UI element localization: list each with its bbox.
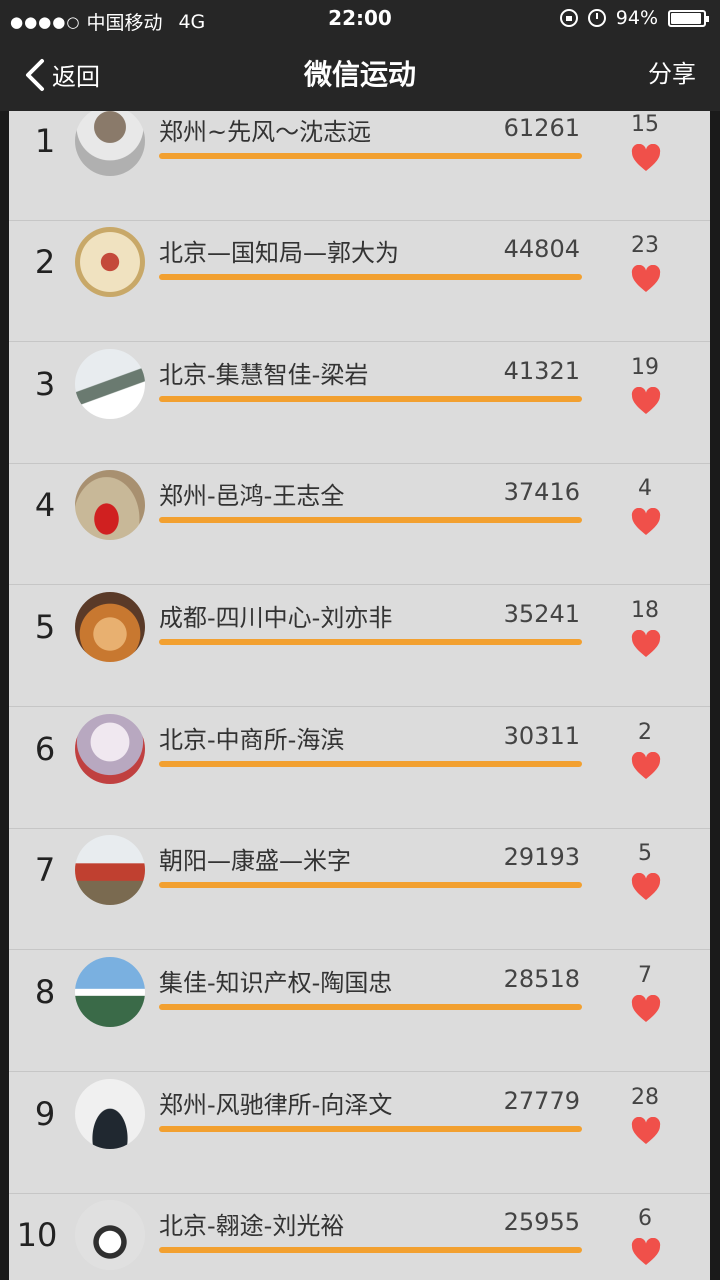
like-count: 19 [631,355,659,380]
rank-number: 7 [34,851,56,889]
list-item[interactable]: 10 北京-翱途-刘光裕 25955 6 [9,1194,710,1280]
step-progress-bar [159,761,582,767]
step-progress-bar [159,1126,582,1132]
rank-number: 5 [34,608,56,646]
avatar[interactable] [75,227,145,297]
heart-icon[interactable] [631,508,661,536]
avatar[interactable] [75,835,145,905]
step-count: 41321 [503,357,580,385]
heart-icon[interactable] [631,265,661,293]
rank-number: 9 [34,1095,56,1133]
list-item[interactable]: 4 郑州-邑鸿-王志全 37416 4 [9,464,710,585]
step-count: 25955 [503,1208,580,1236]
step-progress-bar [159,274,582,280]
user-name: 北京-中商所-海滨 [159,726,345,754]
alarm-icon [587,9,606,27]
battery-percent: 94% [615,7,658,29]
like-count: 7 [638,963,652,988]
step-count: 29193 [503,843,580,871]
user-name: 朝阳—康盛—米字 [159,847,351,875]
orientation-lock-icon [559,9,578,27]
like-count: 18 [631,598,659,623]
battery-fill [671,12,701,24]
user-name: 北京-集慧智佳-梁岩 [159,361,369,389]
list-item[interactable]: 6 北京-中商所-海滨 30311 2 [9,708,710,829]
list-item[interactable]: 3 北京-集慧智佳-梁岩 41321 19 [9,343,710,464]
user-name: 郑州-风驰律所-向泽文 [159,1091,393,1119]
step-progress-bar [159,1247,582,1253]
step-count: 61261 [503,114,580,142]
step-progress-bar [159,1004,582,1010]
avatar[interactable] [75,957,145,1027]
like-count: 28 [631,1085,659,1110]
list-item[interactable]: 7 朝阳—康盛—米字 29193 5 [9,829,710,950]
user-name: 北京—国知局—郭大为 [159,239,399,267]
like-count: 2 [638,720,652,745]
avatar[interactable] [75,349,145,419]
nav-bar: 返回 微信运动 分享 [0,38,720,111]
step-count: 28518 [503,965,580,993]
avatar[interactable] [75,111,145,176]
ranking-list: 1 郑州~先风～沈志远 61261 15 2 北京—国知局—郭大为 44804 … [9,111,710,1280]
avatar[interactable] [75,1079,145,1149]
list-item[interactable]: 2 北京—国知局—郭大为 44804 23 [9,221,710,342]
heart-icon[interactable] [631,144,661,172]
step-count: 27779 [503,1087,580,1115]
step-progress-bar [159,639,582,645]
step-count: 44804 [503,235,580,263]
list-item[interactable]: 8 集佳-知识产权-陶国忠 28518 7 [9,951,710,1072]
rank-number: 8 [34,973,56,1011]
rank-number: 1 [34,122,56,160]
rank-number: 6 [34,730,56,768]
user-name: 郑州-邑鸿-王志全 [159,482,345,510]
rank-number: 3 [34,365,56,403]
status-bar: ●●●●○ 中国移动 4G 22:00 94% [0,0,720,38]
heart-icon[interactable] [631,387,661,415]
avatar[interactable] [75,470,145,540]
user-name: 成都-四川中心-刘亦非 [159,604,393,632]
rank-number: 4 [34,486,56,524]
status-right: 94% [559,7,709,29]
heart-icon[interactable] [631,873,661,901]
avatar[interactable] [75,1200,145,1270]
step-progress-bar [159,153,582,159]
like-count: 6 [638,1206,652,1231]
battery-icon [668,9,709,27]
step-count: 37416 [503,478,580,506]
list-item[interactable]: 5 成都-四川中心-刘亦非 35241 18 [9,586,710,707]
avatar[interactable] [75,592,145,662]
heart-icon[interactable] [631,630,661,658]
step-count: 30311 [503,722,580,750]
like-count: 23 [631,233,659,258]
step-count: 35241 [503,600,580,628]
share-button[interactable]: 分享 [648,38,696,111]
page-title: 微信运动 [303,58,416,91]
user-name: 郑州~先风～沈志远 [159,118,372,146]
rank-number: 10 [16,1216,58,1254]
like-count: 15 [631,112,659,137]
list-item[interactable]: 9 郑州-风驰律所-向泽文 27779 28 [9,1073,710,1194]
user-name: 集佳-知识产权-陶国忠 [159,969,393,997]
heart-icon[interactable] [631,1117,661,1145]
step-progress-bar [159,517,582,523]
heart-icon[interactable] [631,995,661,1023]
avatar[interactable] [75,714,145,784]
rank-number: 2 [34,243,56,281]
step-progress-bar [159,882,582,888]
step-progress-bar [159,396,582,402]
list-item[interactable]: 1 郑州~先风～沈志远 61261 15 [9,111,710,221]
like-count: 4 [638,476,652,501]
like-count: 5 [638,841,652,866]
user-name: 北京-翱途-刘光裕 [159,1212,345,1240]
heart-icon[interactable] [631,1238,661,1266]
heart-icon[interactable] [631,752,661,780]
